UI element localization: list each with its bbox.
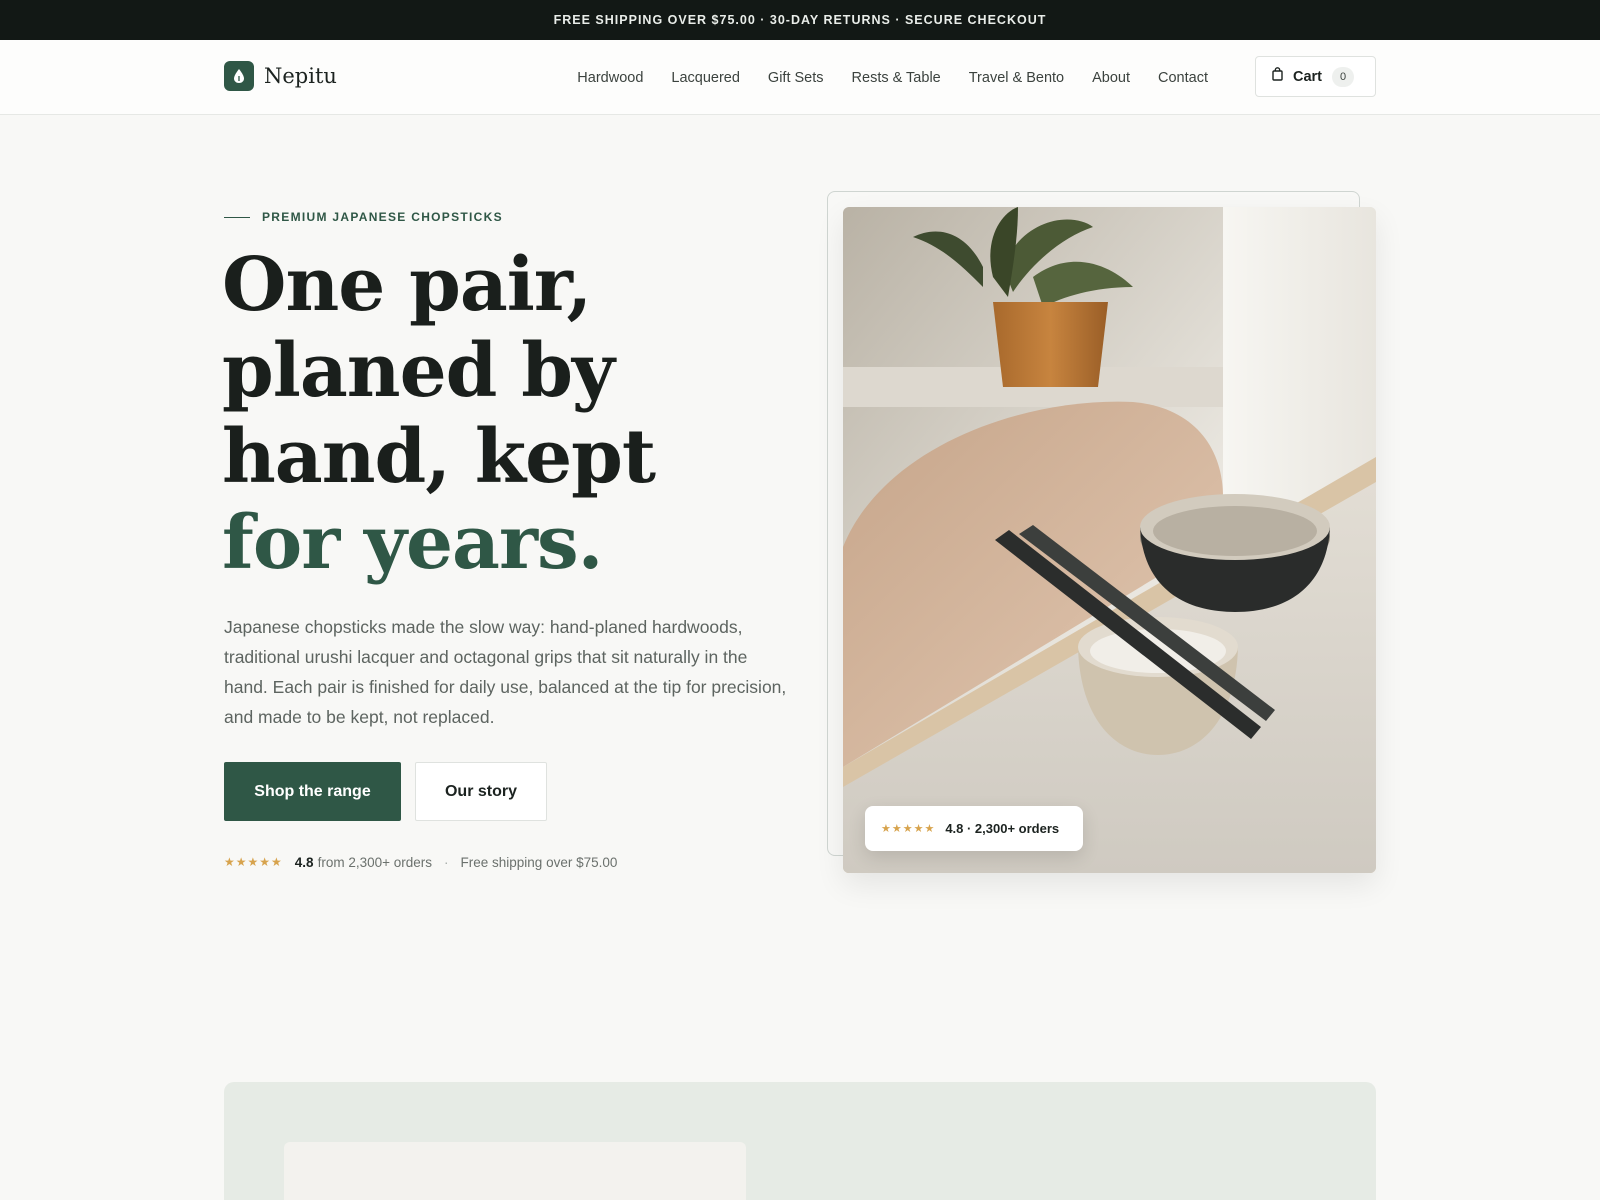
feature-card <box>284 1142 746 1200</box>
badge-star-icon: ★★★★★ <box>881 823 936 835</box>
image-rating-badge: ★★★★★ 4.8 · 2,300+ orders <box>865 806 1083 851</box>
headline-line-3: hand, kept <box>222 414 656 500</box>
nav-gift-sets[interactable]: Gift Sets <box>768 70 824 86</box>
nav-travel-bento[interactable]: Travel & Bento <box>969 70 1064 86</box>
rating-score: 4.8 <box>294 854 314 870</box>
shopping-bag-icon <box>1272 67 1283 86</box>
star-icon: ★★★★★ <box>224 855 283 869</box>
brand-logo[interactable]: Nepitu <box>224 61 337 91</box>
cart-label: Cart <box>1293 68 1323 85</box>
our-story-button[interactable]: Our story <box>415 762 547 821</box>
announcement-bar: FREE SHIPPING OVER $75.00 · 30-DAY RETUR… <box>0 0 1600 40</box>
separator-dot: · <box>444 854 449 870</box>
eyebrow-text: PREMIUM JAPANESE CHOPSTICKS <box>262 210 503 224</box>
hero-eyebrow: PREMIUM JAPANESE CHOPSTICKS <box>224 210 503 224</box>
headline-line-2: planed by <box>222 328 615 414</box>
shop-the-range-button[interactable]: Shop the range <box>224 762 401 821</box>
headline-line-1: One pair, <box>222 242 592 328</box>
leaf-drop-icon <box>224 61 254 91</box>
cart-count-badge: 0 <box>1332 66 1355 87</box>
brand-name: Nepitu <box>264 64 337 88</box>
nav-lacquered[interactable]: Lacquered <box>671 70 740 86</box>
shipping-note: Free shipping over $75.00 <box>460 854 618 870</box>
hero-headline: One pair, planed by hand, kept for years… <box>222 242 822 586</box>
social-proof: ★★★★★ 4.8 from 2,300+ orders · Free ship… <box>224 852 617 872</box>
main-nav: Hardwood Lacquered Gift Sets Rests & Tab… <box>577 40 1208 115</box>
nav-hardwood[interactable]: Hardwood <box>577 70 643 86</box>
rating-orders: from 2,300+ orders <box>317 854 433 870</box>
eyebrow-rule <box>224 216 250 218</box>
announcement-text: FREE SHIPPING OVER $75.00 · 30-DAY RETUR… <box>553 13 1047 27</box>
cart-button[interactable]: Cart 0 <box>1255 56 1376 97</box>
site-header: Nepitu Hardwood Lacquered Gift Sets Rest… <box>0 40 1600 115</box>
hero-description: Japanese chopsticks made the slow way: h… <box>224 617 787 727</box>
nav-rests-table[interactable]: Rests & Table <box>852 70 941 86</box>
nav-contact[interactable]: Contact <box>1158 70 1208 86</box>
nav-about[interactable]: About <box>1092 70 1130 86</box>
headline-line-4: for years. <box>222 500 603 586</box>
badge-rating-text: 4.8 · 2,300+ orders <box>945 821 1060 836</box>
hero-product-photo <box>843 207 1376 873</box>
